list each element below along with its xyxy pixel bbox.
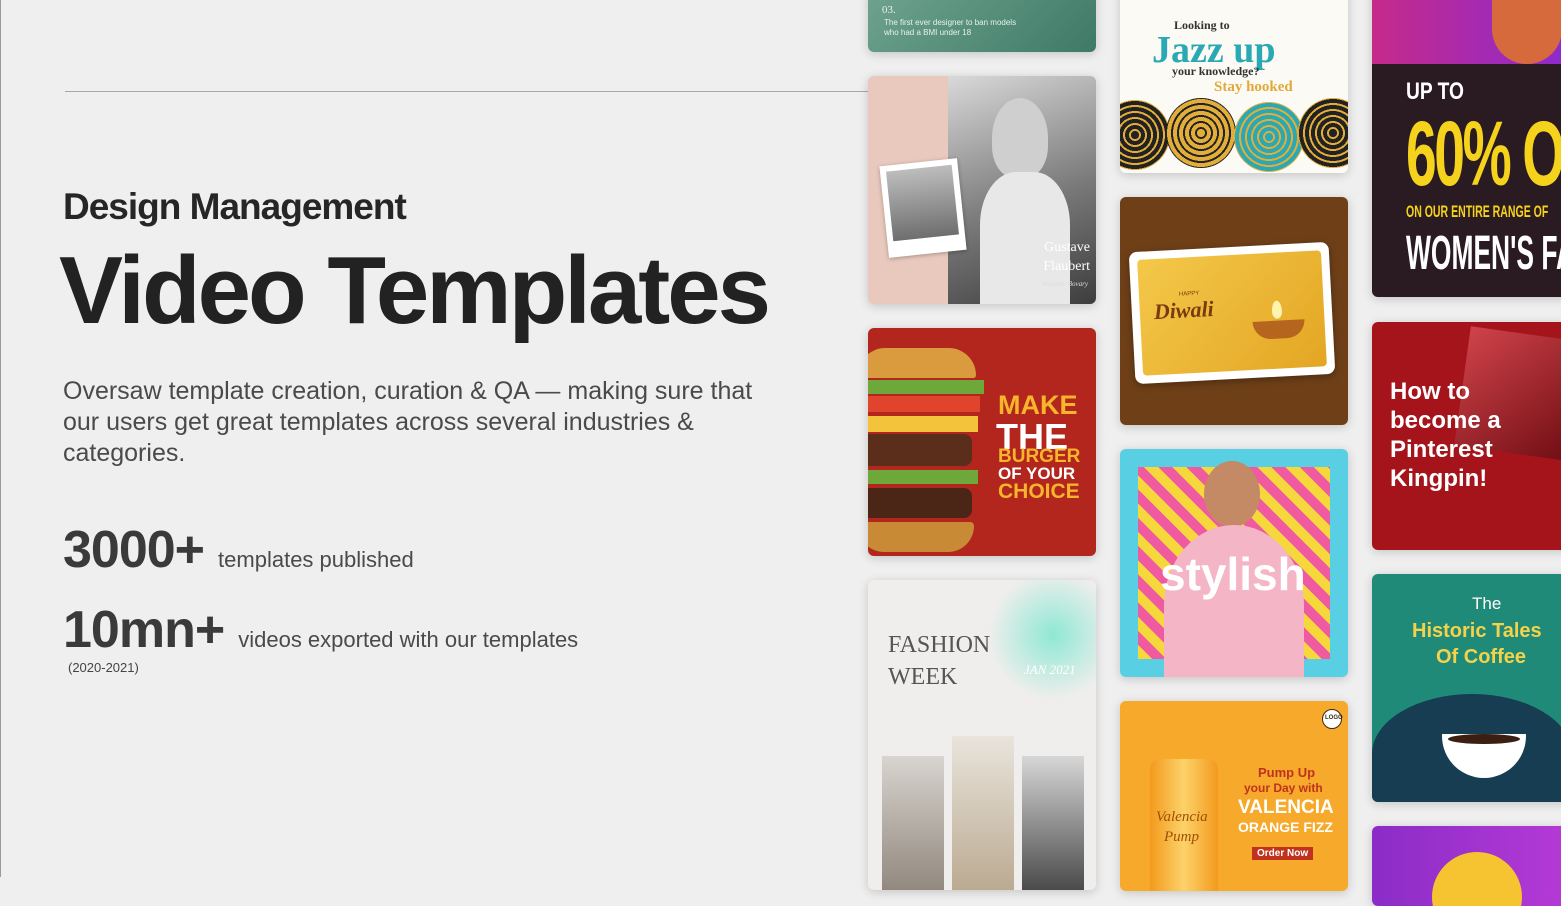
logo-text: LOGO [1325,715,1343,721]
card-text: Of Coffee [1436,646,1526,668]
polaroid-photo [885,164,959,242]
vinyl-record [1234,102,1304,172]
template-card-pinterest[interactable]: How to become a Pinterest Kingpin! [1372,322,1561,550]
model-head [1492,0,1561,64]
card-text: ORANGE FIZZ [1238,819,1333,835]
template-card-jazz[interactable]: Looking to Jazz up your knowledge? Stay … [1120,0,1348,173]
model-photo [882,756,944,890]
card-text: CHOICE [998,480,1080,503]
card-text: become a [1390,407,1501,434]
vinyl-record [1120,100,1170,170]
divider-rule [65,91,875,92]
card-text: WEEK [888,664,958,690]
card-text: How to [1390,378,1470,405]
model-photo [952,736,1014,890]
template-card-coffee[interactable]: The Historic Tales Of Coffee [1372,574,1561,802]
logo-badge: LOGO [1322,709,1343,729]
card-subtitle: Madame Bovary [1041,280,1088,288]
card-text: Stay hooked [1214,79,1293,95]
card-text: Historic Tales [1412,620,1542,642]
stat-value: 3000+ [63,521,205,579]
greeting-card: HAPPY Diwali [1128,241,1336,385]
frame-border [0,0,1,877]
template-card-burger[interactable]: MAKE THE BURGER OF YOUR CHOICE [868,328,1096,556]
card-text: Pinterest [1390,436,1493,463]
card-text: your knowledge? [1172,64,1260,78]
template-card-green[interactable]: 03. The first ever designer to ban model… [868,0,1096,52]
card-name: Gustave [1044,240,1090,255]
burger-patty [868,434,972,466]
burger-patty [868,488,972,518]
stat-label: templates published [218,547,414,572]
template-card-stylish[interactable]: stylish [1120,449,1348,677]
template-card-gustave-flaubert[interactable]: Gustave Flaubert Madame Bovary [868,76,1096,304]
card-number: 03. [882,4,896,16]
can-text: Valencia [1156,809,1208,825]
card-text: The [1472,594,1502,613]
template-card-diwali[interactable]: HAPPY Diwali [1120,197,1348,425]
stats-period-note: (2020-2021) [68,660,139,675]
card-text: 60% OFF [1406,103,1561,205]
soda-can: Valencia Pump [1150,759,1218,891]
template-card-fashion-week[interactable]: FASHION WEEK JAN 2021 [868,580,1096,890]
polaroid-frame [879,158,967,258]
card-text: stylish [1160,548,1306,600]
vinyl-record [1298,98,1348,168]
burger-lettuce [868,470,978,484]
sun-shape [1432,852,1522,906]
vinyl-record [1166,98,1236,168]
template-card-sale[interactable]: UP TO 60% OFF ON OUR ENTIRE RANGE OF WOM… [1372,0,1561,297]
template-card-valencia[interactable]: LOGO Valencia Pump Pump Up your Day with… [1120,701,1348,891]
card-text: who had a BMI under 18 [884,28,972,37]
burger-bun-bottom [868,522,974,552]
page-title: Video Templates [59,237,771,344]
card-text: The first ever designer to ban models [884,18,1017,27]
portrait-figure [992,98,1048,178]
burger-cheese [868,416,978,432]
burger-tomato [868,396,980,412]
burger-bun-top [868,348,976,378]
card-text: ON OUR ENTIRE RANGE OF [1406,202,1549,221]
burger-lettuce [868,380,984,394]
stat-value: 10mn+ [63,601,225,659]
card-text: FASHION [888,632,991,658]
card-text: Diwali [1153,295,1215,325]
section-eyebrow: Design Management [63,186,407,227]
card-text: VALENCIA [1238,797,1334,818]
card-name: Flaubert [1043,259,1090,274]
order-now-button: Order Now [1252,847,1314,860]
card-date: JAN 2021 [1024,662,1076,677]
mint-glow [988,580,1096,700]
model-photo [1022,756,1084,890]
can-text: Pump [1164,829,1199,845]
stat-templates: 3000+ templates published [63,520,414,580]
stat-videos: 10mn+ videos exported with our templates [63,600,578,660]
stat-label: videos exported with our templates [238,627,579,652]
coffee-surface [1448,734,1520,744]
card-text: WOMEN'S FASHION [1406,227,1561,280]
description: Oversaw template creation, curation & QA… [63,377,753,467]
card-text: Pump Up [1258,765,1316,780]
card-text: your Day with [1244,781,1323,795]
model-head [1204,461,1260,527]
card-text: Kingpin! [1390,465,1488,492]
template-card-purple[interactable] [1372,826,1561,906]
